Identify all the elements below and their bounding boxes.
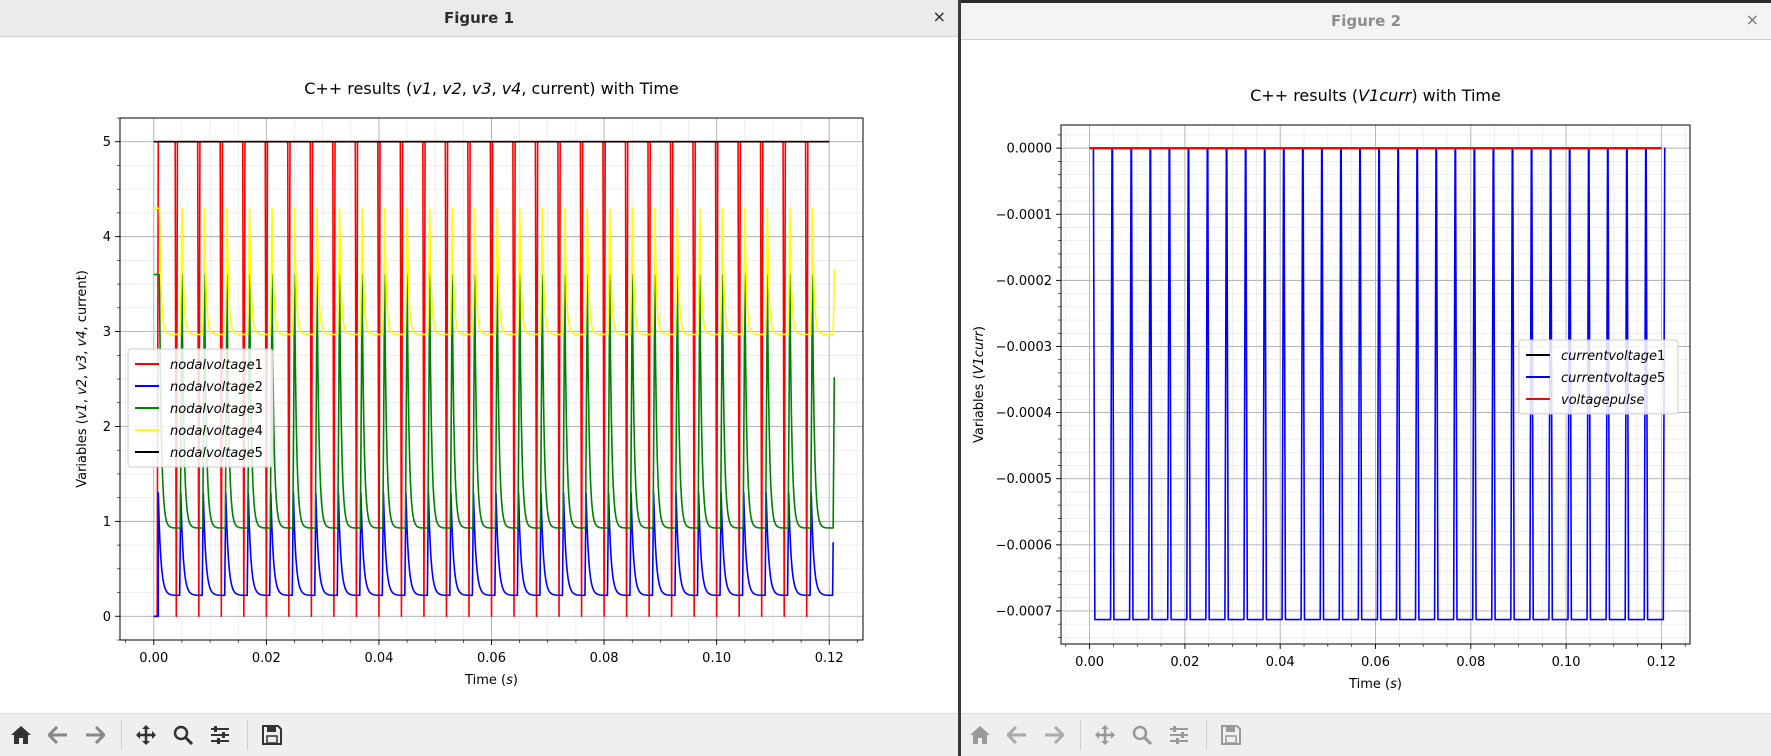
x-tick-label: 0.10	[702, 651, 731, 666]
x-tick-label: 0.04	[364, 651, 393, 666]
x-tick-label: 0.02	[252, 651, 281, 666]
y-tick-label: −0.0006	[996, 538, 1052, 553]
y-axis-label: Variables (v1, v2, v3, v4, current)	[75, 270, 90, 488]
y-tick-label: 0	[103, 610, 111, 625]
close-icon[interactable]: ×	[933, 8, 946, 26]
forward-icon[interactable]	[78, 714, 112, 756]
legend-label-currentvoltage1: currentvoltage1	[1561, 349, 1665, 364]
back-icon[interactable]	[41, 714, 75, 756]
figure2-window: Figure 2 × C++ results (V1curr) with Tim…	[961, 3, 1771, 756]
figure1-title: Figure 1	[443, 9, 515, 27]
legend: nodalvoltage1 nodalvoltage2 nodalvoltage3 n…	[127, 348, 274, 468]
toolbar-separator	[121, 720, 122, 750]
legend-label-nodalvoltage2: nodalvoltage2	[170, 380, 263, 395]
forward-icon[interactable]	[1037, 714, 1071, 756]
y-tick-label: −0.0005	[996, 472, 1052, 487]
x-tick-label: 0.08	[590, 651, 619, 666]
x-tick-label: 0.12	[1647, 655, 1676, 670]
toolbar-separator	[247, 720, 248, 750]
x-tick-label: 0.10	[1552, 655, 1581, 670]
y-tick-label: −0.0004	[996, 406, 1052, 421]
configure-icon[interactable]	[203, 714, 237, 756]
x-tick-label: 0.00	[139, 651, 168, 666]
legend: currentvoltage1 currentvoltage5 voltagepul…	[1518, 339, 1679, 415]
y-tick-label: −0.0007	[996, 604, 1052, 619]
home-icon[interactable]	[963, 714, 997, 756]
home-icon[interactable]	[4, 714, 38, 756]
x-tick-label: 0.12	[815, 651, 844, 666]
save-icon[interactable]	[255, 714, 289, 756]
y-tick-label: 5	[103, 135, 111, 150]
chart-figure2: C++ results (V1curr) with Time 0.00 0.02 0.…	[972, 86, 1691, 692]
chart-figure1: C++ results (v1, v2, v3, v4, current) wi…	[75, 79, 864, 688]
toolbar-separator	[1206, 720, 1207, 750]
pan-icon[interactable]	[129, 714, 163, 756]
y-tick-label: 3	[103, 325, 111, 340]
zoom-icon[interactable]	[1125, 714, 1159, 756]
legend-label-currentvoltage5: currentvoltage5	[1561, 371, 1665, 386]
y-tick-label: −0.0002	[996, 274, 1052, 289]
x-axis-label: Time (s)	[1348, 677, 1402, 692]
legend-label-nodalvoltage1: nodalvoltage1	[170, 358, 263, 373]
figure2-titlebar[interactable]: Figure 2 ×	[961, 3, 1771, 40]
y-axis-label: Variables (V1curr)	[972, 326, 987, 443]
x-tick-label: 0.06	[1361, 655, 1390, 670]
x-tick-label: 0.06	[477, 651, 506, 666]
figure2-title: Figure 2	[1330, 12, 1402, 30]
toolbar-separator	[1080, 720, 1081, 750]
legend-label-voltagepulse: voltagepulse	[1561, 393, 1644, 408]
y-tick-label: 1	[103, 515, 111, 530]
zoom-icon[interactable]	[166, 714, 200, 756]
pan-icon[interactable]	[1088, 714, 1122, 756]
y-tick-label: −0.0001	[996, 208, 1052, 223]
legend-label-nodalvoltage5: nodalvoltage5	[170, 446, 263, 461]
chart-title: C++ results (v1, v2, v3, v4, current) wi…	[304, 79, 679, 98]
y-tick-label: 2	[103, 420, 111, 435]
series-line-nodalvoltage4	[153, 207, 836, 336]
legend-label-nodalvoltage3: nodalvoltage3	[170, 402, 263, 417]
close-icon[interactable]: ×	[1746, 11, 1759, 29]
x-tick-label: 0.00	[1075, 655, 1104, 670]
figure1-window: Figure 1 × C++ results (v1, v2, v3, v4, …	[0, 0, 958, 756]
save-icon[interactable]	[1214, 714, 1248, 756]
x-tick-label: 0.02	[1170, 655, 1199, 670]
x-axis-label: Time (s)	[464, 673, 518, 688]
configure-icon[interactable]	[1162, 714, 1196, 756]
legend-label-nodalvoltage4: nodalvoltage4	[170, 424, 263, 439]
figure2-toolbar	[961, 713, 1771, 756]
y-tick-label: 0.0000	[1007, 142, 1053, 157]
y-tick-label: −0.0003	[996, 340, 1052, 355]
figure1-titlebar[interactable]: Figure 1 ×	[0, 0, 958, 37]
figure1-toolbar	[0, 713, 958, 756]
x-tick-label: 0.04	[1266, 655, 1295, 670]
chart-title: C++ results (V1curr) with Time	[1250, 86, 1501, 105]
back-icon[interactable]	[1000, 714, 1034, 756]
x-tick-label: 0.08	[1456, 655, 1485, 670]
y-tick-label: 4	[103, 230, 111, 245]
series-line-nodalvoltage2	[153, 492, 834, 618]
